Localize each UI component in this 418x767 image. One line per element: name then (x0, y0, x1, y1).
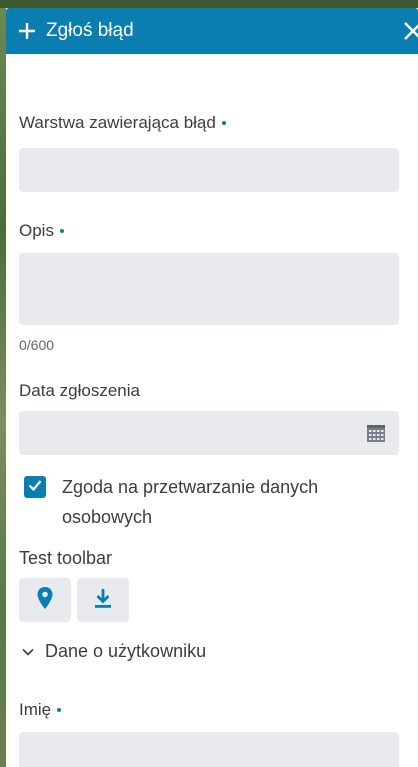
consent-label: Zgoda na przetwarzanie danych osobowych (62, 472, 318, 532)
report-error-panel: Zgłoś błąd Warstwa zawierająca błąd Opis… (6, 8, 418, 767)
layer-field-label: Warstwa zawierająca błąd (19, 113, 404, 133)
user-data-section-toggle[interactable]: Dane o użytkowniku (19, 641, 404, 662)
close-icon[interactable] (402, 20, 418, 42)
first-name-field-label: Imię (19, 700, 404, 720)
download-button[interactable] (77, 578, 129, 622)
panel-header: Zgłoś błąd (6, 8, 418, 54)
test-toolbar (19, 578, 404, 622)
panel-title: Zgłoś błąd (46, 20, 134, 41)
consent-checkbox[interactable] (24, 476, 46, 498)
consent-label-line1: Zgoda na przetwarzanie danych (62, 477, 319, 497)
toolbar-label-text: Test toolbar (19, 548, 113, 568)
calendar-icon[interactable] (366, 423, 386, 448)
required-indicator (57, 708, 62, 712)
chevron-down-icon (20, 644, 36, 660)
checkmark-icon (27, 477, 43, 498)
location-pin-icon (36, 586, 54, 615)
date-label-text: Data zgłoszenia (19, 381, 140, 400)
required-indicator (59, 229, 64, 233)
date-field-label: Data zgłoszenia (19, 381, 404, 401)
plus-icon (16, 20, 38, 42)
description-field-label: Opis (19, 221, 404, 241)
consent-checkbox-row[interactable]: Zgoda na przetwarzanie danych osobowych (24, 472, 404, 532)
first-name-input[interactable] (19, 732, 399, 767)
download-icon (93, 587, 113, 614)
user-data-section-label: Dane o użytkowniku (45, 641, 207, 661)
date-input[interactable] (19, 411, 399, 455)
required-indicator (221, 121, 226, 125)
consent-label-line2: osobowych (62, 507, 153, 527)
toolbar-label: Test toolbar (19, 548, 404, 569)
layer-label-text: Warstwa zawierająca błąd (19, 113, 216, 132)
first-name-label-text: Imię (19, 700, 52, 719)
map-top-edge (0, 0, 418, 8)
character-counter: 0/600 (19, 337, 55, 353)
description-textarea[interactable] (19, 253, 399, 325)
location-button[interactable] (19, 578, 71, 622)
layer-select[interactable] (19, 148, 399, 192)
description-label-text: Opis (19, 221, 54, 240)
